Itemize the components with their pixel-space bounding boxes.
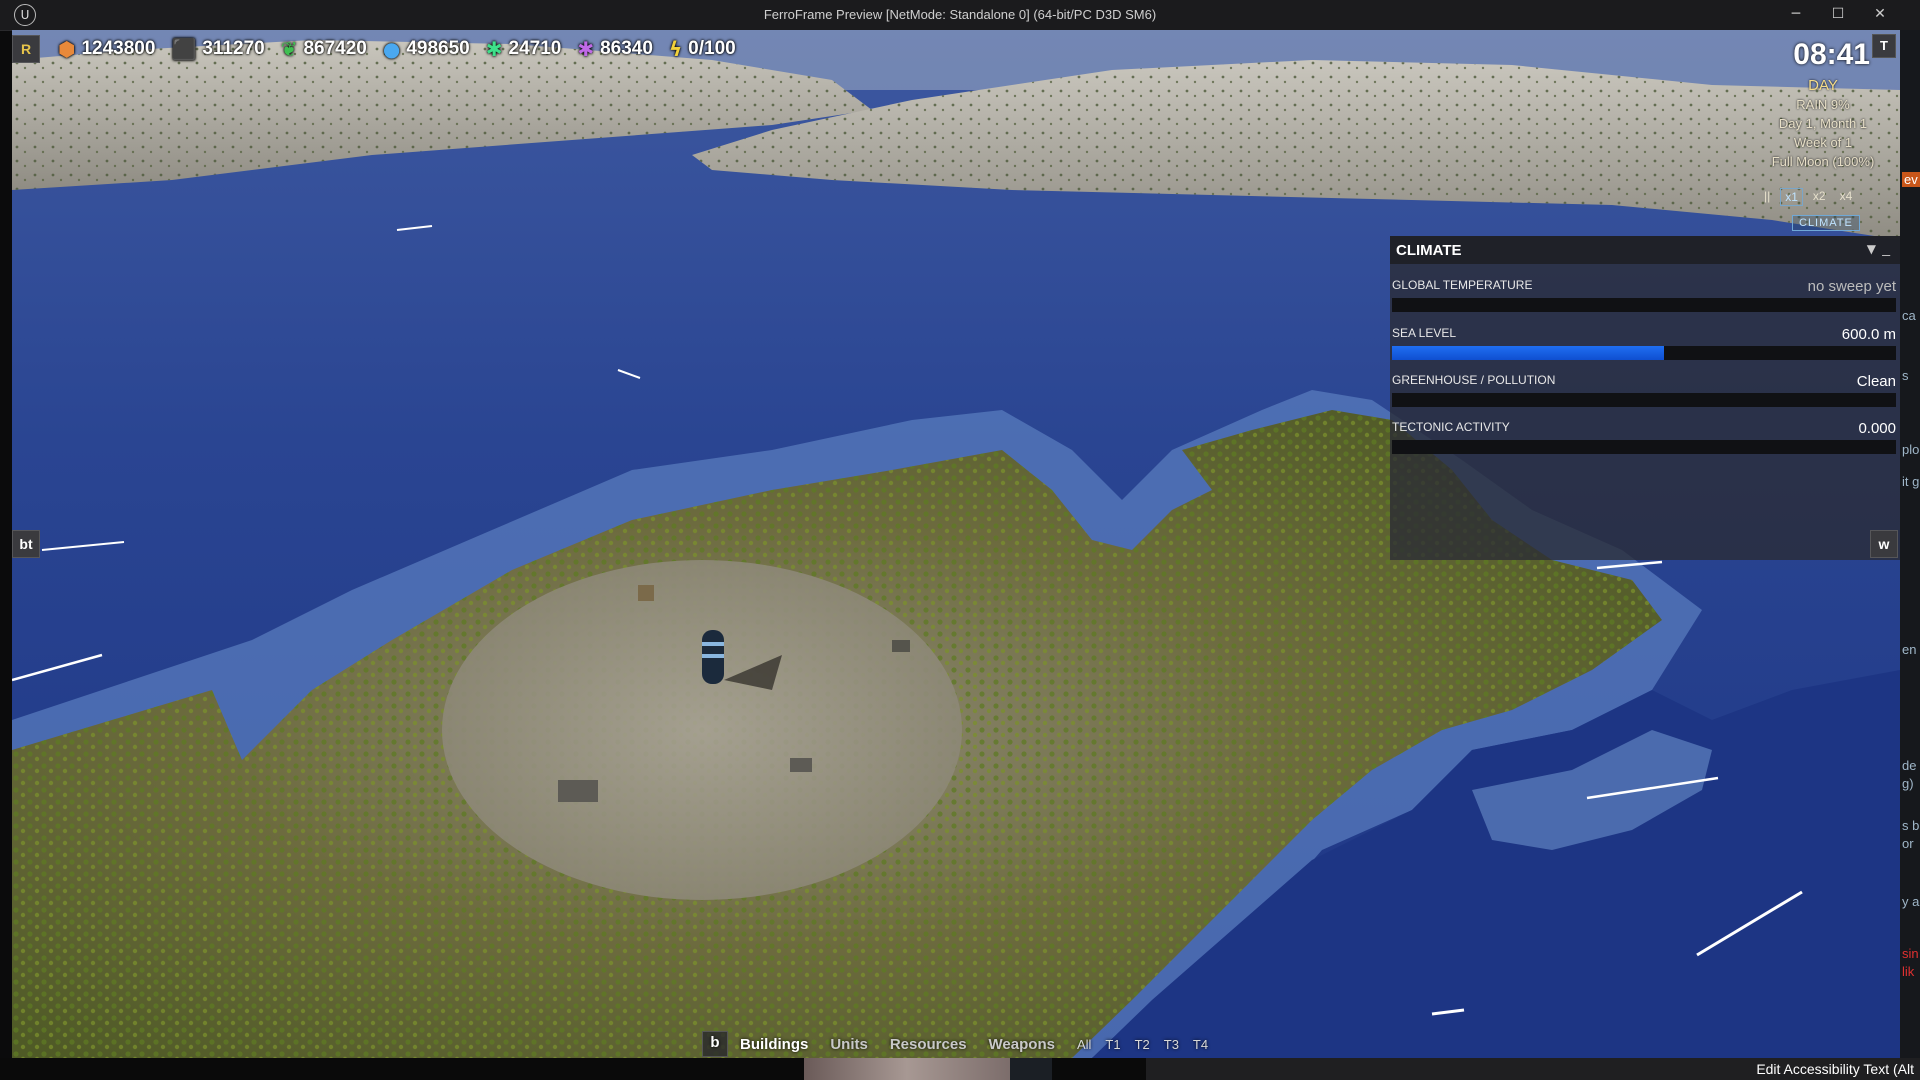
speed-x1-button[interactable]: x1: [1780, 188, 1803, 206]
speed-x4-button[interactable]: x4: [1836, 188, 1857, 206]
bottom-taskbar: Edit Accessibility Text (Alt: [0, 1058, 1920, 1080]
metric-bar: [1392, 298, 1896, 312]
metric-label: SEA LEVEL: [1392, 326, 1457, 340]
background-fragment: de: [1902, 758, 1917, 773]
taskbar-thumbnail[interactable]: [804, 1058, 1010, 1080]
taskbar-segment: [1010, 1058, 1052, 1080]
background-fragment: it g: [1902, 474, 1920, 489]
resource-item: ✱ 24710: [486, 37, 562, 61]
background-fragment: ev: [1902, 172, 1920, 187]
climate-panel: CLIMATE ▼ _ GLOBAL TEMPERATURE no sweep …: [1390, 236, 1900, 560]
resource-item: ⬛ 311270: [171, 37, 264, 61]
day-period: DAY: [1808, 77, 1838, 94]
crystal-icon: ✱: [577, 37, 595, 61]
metric-value: 600.0 m: [1841, 326, 1896, 343]
metric-value: 0.000: [1858, 420, 1896, 437]
game-clock: 08:41: [1793, 38, 1870, 71]
resource-value: 311270: [202, 38, 265, 59]
background-fragment: s: [1902, 368, 1909, 383]
resource-item: ⬢ 1243800: [58, 37, 155, 61]
water-drop-icon: ●: [382, 37, 401, 61]
tier-t4[interactable]: T4: [1193, 1037, 1208, 1052]
accessibility-text-button[interactable]: Edit Accessibility Text (Alt: [1756, 1061, 1914, 1077]
tier-t1[interactable]: T1: [1105, 1037, 1120, 1052]
background-fragment: lik: [1902, 964, 1915, 979]
moon-text: Full Moon (100%): [1771, 154, 1875, 169]
resource-bar: R ⬢ 1243800 ⬛ 311270 ❦ 867420 ● 498650 ✱…: [12, 34, 752, 64]
minimize-panel-button[interactable]: _: [1882, 240, 1890, 256]
background-fragment: plo: [1902, 442, 1920, 457]
hexagon-icon: ⬢: [58, 37, 76, 61]
lightning-icon: ϟ: [668, 37, 683, 61]
tier-t3[interactable]: T3: [1164, 1037, 1179, 1052]
build-bar: b Buildings Units Resources Weapons All …: [702, 1030, 1222, 1058]
date-text: Day 1, Month 1: [1778, 116, 1868, 131]
resource-item: ϟ 0/100: [669, 37, 736, 61]
resource-item: ❦ 867420: [281, 37, 367, 61]
metric-bar: [1392, 440, 1896, 454]
taskbar-segment: Edit Accessibility Text (Alt: [1146, 1058, 1920, 1080]
metric-value: no sweep yet: [1807, 278, 1896, 295]
tier-t2[interactable]: T2: [1135, 1037, 1150, 1052]
background-fragment: en: [1902, 642, 1917, 657]
leaf-icon: ❦: [280, 37, 298, 61]
background-fragment: ca: [1902, 308, 1916, 323]
pause-button[interactable]: ||: [1760, 188, 1774, 206]
tier-all[interactable]: All: [1077, 1037, 1091, 1052]
maximize-button[interactable]: ☐: [1818, 0, 1858, 30]
close-button[interactable]: ✕: [1860, 0, 1900, 30]
background-fragment: y a: [1902, 894, 1920, 909]
tab-units[interactable]: Units: [830, 1036, 868, 1053]
minimize-button[interactable]: ─: [1776, 0, 1816, 30]
metric-bar: [1392, 393, 1896, 407]
resource-value: 24710: [508, 38, 562, 59]
collapse-icon[interactable]: ▼: [1867, 242, 1876, 256]
weather-text: RAIN 9%: [1796, 97, 1850, 112]
metric-label: TECTONIC ACTIVITY: [1392, 420, 1510, 434]
background-fragment: g): [1902, 776, 1914, 791]
background-fragment: sin: [1902, 946, 1919, 961]
background-window-strip: ev ca s plo it g en de g) s b or y a sin…: [1900, 30, 1920, 1058]
resource-value: 1243800: [81, 38, 156, 59]
climate-toggle-button[interactable]: CLIMATE: [1792, 215, 1860, 231]
day-info: DAY RAIN 9% Day 1, Month 1 Week of 1 Ful…: [1730, 76, 1916, 171]
resource-value: 498650: [406, 38, 470, 59]
climate-panel-header: CLIMATE ▼ _: [1390, 236, 1900, 264]
background-fragment: s b: [1902, 818, 1920, 833]
resource-value: 86340: [600, 38, 653, 59]
resource-item: ✱ 86340: [577, 37, 653, 61]
week-text: Week of 1: [1793, 135, 1853, 150]
tab-buildings[interactable]: Buildings: [740, 1036, 808, 1053]
build-key-button[interactable]: b: [702, 1031, 728, 1057]
background-fragment: or: [1902, 836, 1914, 851]
tab-resources[interactable]: Resources: [890, 1036, 967, 1053]
cubes-icon: ⬛: [171, 37, 197, 61]
metric-bar-fill: [1392, 346, 1665, 360]
metric-bar: [1392, 346, 1896, 360]
speed-x2-button[interactable]: x2: [1809, 188, 1830, 206]
r-button[interactable]: R: [12, 35, 40, 63]
metric-label: GREENHOUSE / POLLUTION: [1392, 373, 1556, 387]
resource-item: ● 498650: [383, 37, 470, 61]
metric-value: Clean: [1856, 373, 1896, 390]
window-title: FerroFrame Preview [NetMode: Standalone …: [763, 7, 1157, 22]
t-button[interactable]: T: [1872, 34, 1896, 58]
w-button[interactable]: w: [1870, 530, 1898, 558]
bt-button[interactable]: bt: [12, 530, 40, 558]
metric-label: GLOBAL TEMPERATURE: [1392, 278, 1533, 292]
power-value: 0/100: [688, 38, 736, 59]
bug-icon: ✱: [485, 37, 503, 61]
climate-panel-title: CLIMATE: [1396, 242, 1462, 259]
window-titlebar: U FerroFrame Preview [NetMode: Standalon…: [0, 0, 1920, 31]
game-speed-controls: || x1 x2 x4: [1760, 188, 1856, 206]
resource-value: 867420: [303, 38, 367, 59]
tab-weapons[interactable]: Weapons: [989, 1036, 1055, 1053]
